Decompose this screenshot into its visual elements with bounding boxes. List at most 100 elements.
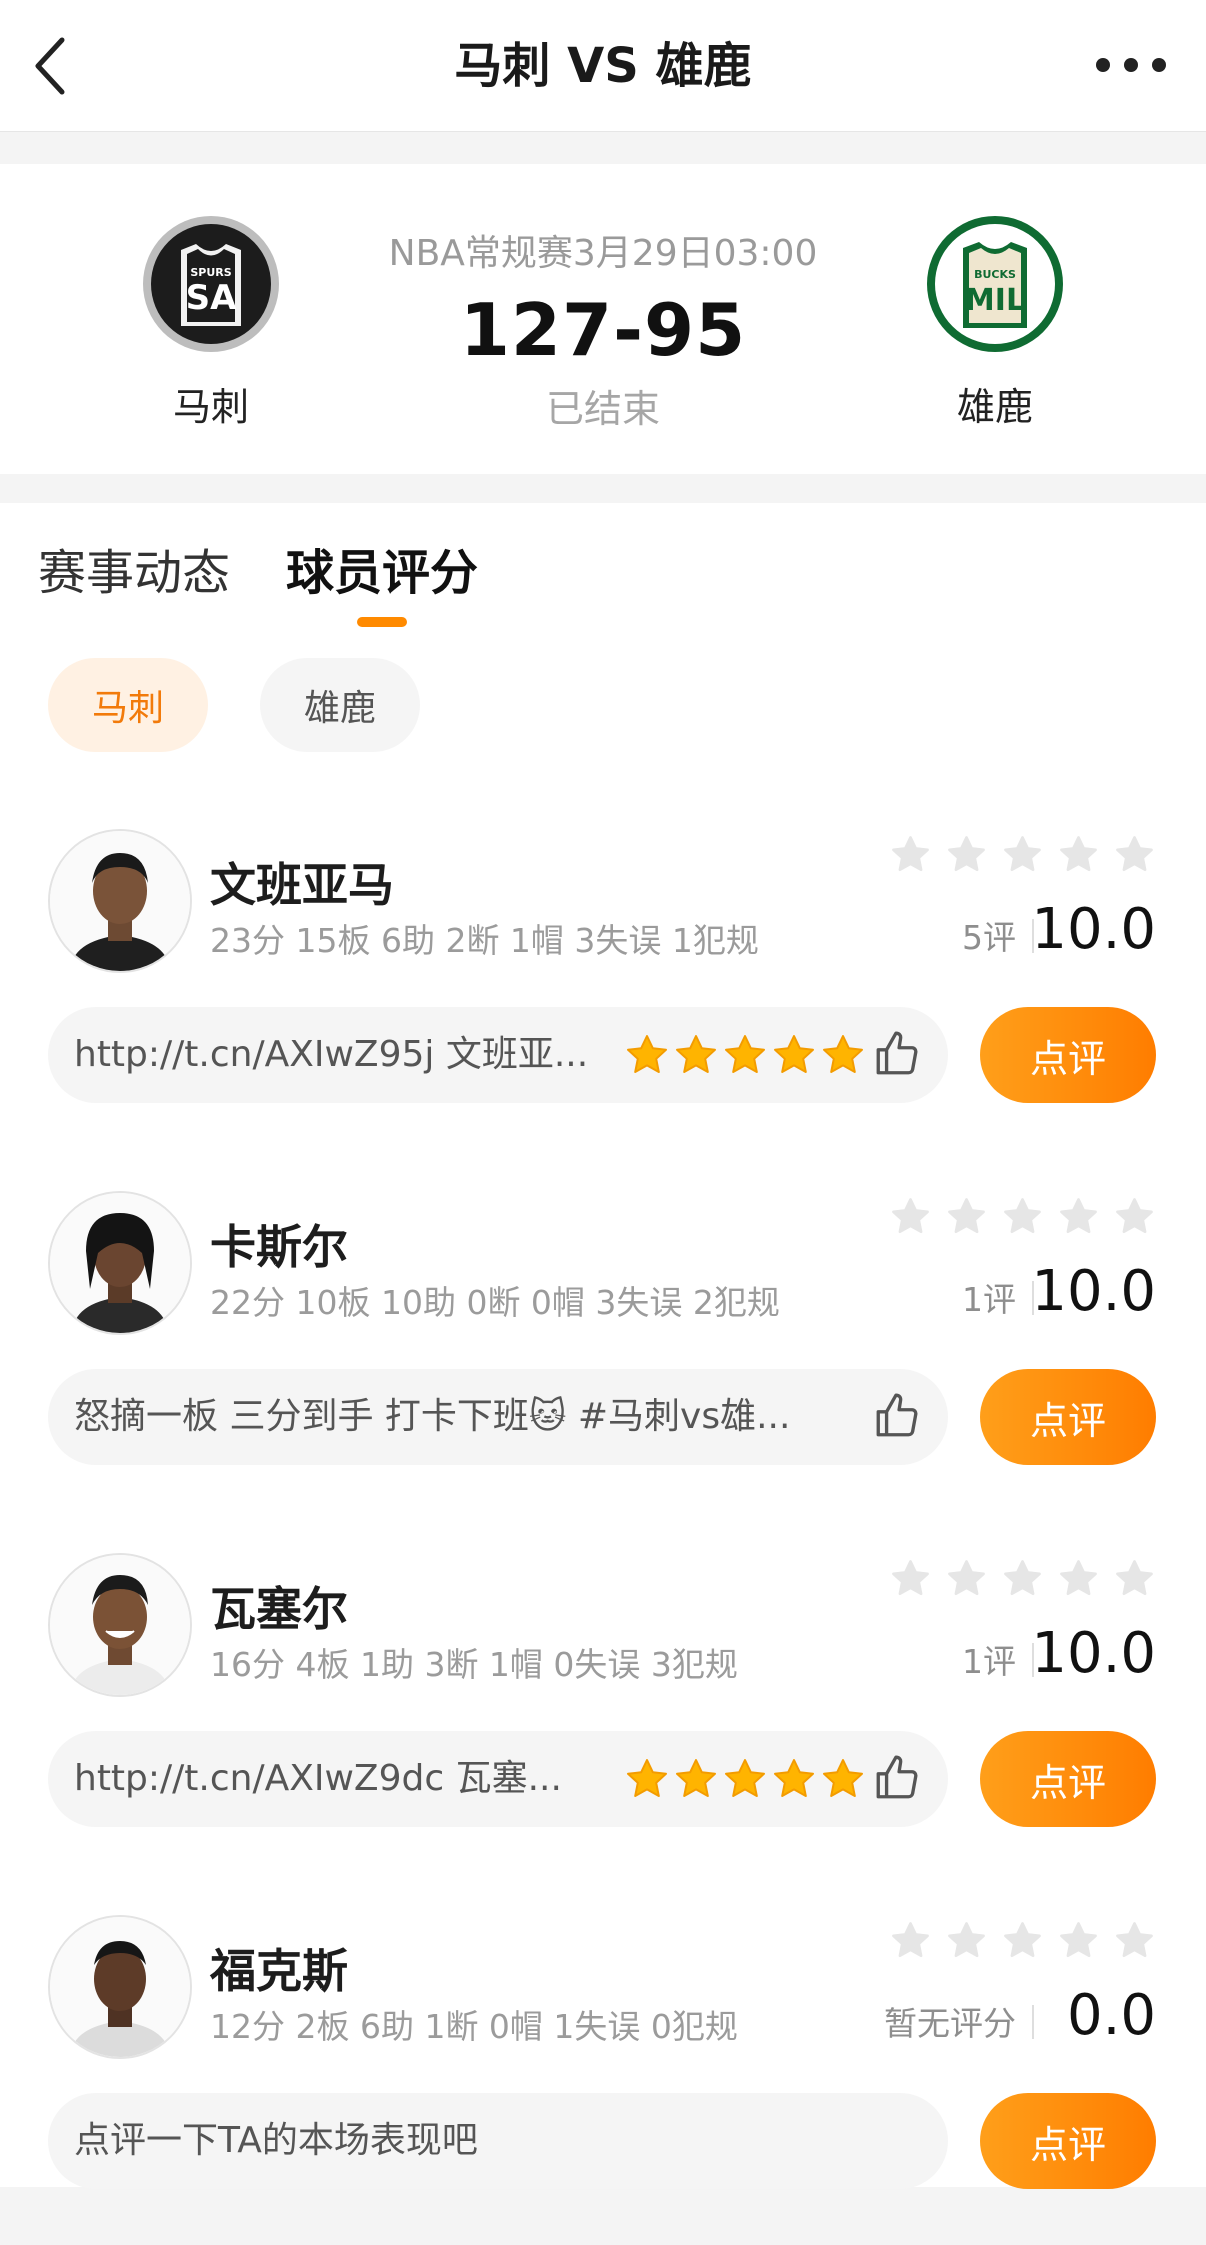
star-filled-icon [676,1035,716,1073]
bucks-logo-icon: BUCKS MIL [927,216,1063,352]
spurs-logo-icon: SPURS SA [143,216,279,352]
star-empty-icon [892,1922,929,1958]
rating-count: 5评 [962,918,1016,957]
tab-label: 球员评分 [286,545,479,601]
player-portrait-icon [50,1917,190,2057]
comment-stars [623,1755,867,1803]
player-avatar[interactable] [48,829,192,973]
star-empty-icon [1060,1560,1097,1596]
player-rating-row: 瓦塞尔 16分 4板 1助 3断 1帽 0失误 3犯规 1评 10.0 http… [0,1553,1206,1883]
rating-score: 10.0 [1031,897,1156,962]
more-dot-icon [1124,58,1138,72]
review-button[interactable]: 点评 [980,2093,1156,2189]
match-status: 已结束 [545,387,660,431]
review-button[interactable]: 点评 [980,1007,1156,1103]
page-title: 马刺 VS 雄鹿 [454,38,752,94]
player-portrait-icon [50,1555,190,1695]
thumbs-up-icon[interactable] [872,1753,922,1803]
svg-text:BUCKS: BUCKS [974,268,1016,281]
star-filled-icon [627,1759,667,1797]
star-empty-icon [1004,1922,1041,1958]
star-filled-icon [676,1759,716,1797]
filter-chip-spurs[interactable]: 马刺 [48,658,208,752]
player-portrait-icon [50,831,190,971]
away-team[interactable]: BUCKS MIL 雄鹿 [915,214,1075,431]
player-name: 瓦塞尔 [210,1582,348,1636]
svg-text:MIL: MIL [965,283,1025,318]
star-filled-icon [627,1035,667,1073]
player-name: 文班亚马 [210,858,394,912]
more-options-button[interactable] [1096,40,1166,90]
star-empty-icon [948,836,985,872]
divider [1032,2005,1034,2039]
rating-count: 1评 [962,1642,1016,1681]
player-stats: 23分 15板 6助 2断 1帽 3失误 1犯规 [210,921,759,960]
rating-count: 1评 [962,1280,1016,1319]
player-portrait-icon [50,1193,190,1333]
star-empty-icon [1060,836,1097,872]
star-empty-icon [1004,1560,1041,1596]
player-stats: 22分 10板 10助 0断 0帽 3失误 2犯规 [210,1283,780,1322]
star-empty-icon [1060,1922,1097,1958]
rating-count: 暂无评分 [884,2004,1016,2043]
comment-input[interactable]: 点评一下TA的本场表现吧 [48,2093,948,2189]
rating-stars[interactable] [889,833,1156,876]
active-tab-indicator [357,617,408,627]
top-nav-bar: 马刺 VS 雄鹿 [0,0,1206,132]
match-summary-card: SPURS SA 马刺 NBA常规赛3月29日03:00 127-95 已结束 … [0,164,1206,474]
top-comment[interactable]: 怒摘一板 三分到手 打卡下班🐱 #马刺vs雄... [48,1369,948,1465]
player-name: 福克斯 [210,1944,348,1998]
thumbs-up-icon[interactable] [872,1029,922,1079]
star-empty-icon [1004,1198,1041,1234]
star-filled-icon [725,1035,765,1073]
star-empty-icon [948,1922,985,1958]
star-filled-icon [725,1759,765,1797]
thumbs-up-icon[interactable] [872,1391,922,1441]
player-stats: 16分 4板 1助 3断 1帽 0失误 3犯规 [210,1645,738,1684]
top-comment[interactable]: http://t.cn/AXIwZ9dc 瓦塞... [48,1731,948,1827]
content-panel: 赛事动态 球员评分 马刺 雄鹿 文班亚马 23分 15板 6助 2断 1帽 3失… [0,503,1206,2189]
match-score: 127-95 [459,288,747,372]
star-empty-icon [892,836,929,872]
rating-score: 10.0 [1031,1621,1156,1686]
player-avatar[interactable] [48,1553,192,1697]
player-name: 卡斯尔 [210,1220,348,1274]
star-filled-icon [774,1035,814,1073]
star-empty-icon [1060,1198,1097,1234]
player-avatar[interactable] [48,1191,192,1335]
star-empty-icon [948,1560,985,1596]
match-meta: NBA常规赛3月29日03:00 127-95 已结束 [340,224,866,433]
comment-placeholder: 点评一下TA的本场表现吧 [74,2120,478,2161]
comment-text: http://t.cn/AXIwZ9dc 瓦塞... [74,1758,562,1799]
player-rating-row: 福克斯 12分 2板 6助 1断 0帽 1失误 0犯规 暂无评分 0.0 点评一… [0,1915,1206,2245]
rating-score: 10.0 [1031,1259,1156,1324]
player-stats: 12分 2板 6助 1断 0帽 1失误 0犯规 [210,2007,738,2046]
star-empty-icon [892,1560,929,1596]
star-empty-icon [1116,1198,1153,1234]
away-team-name: 雄鹿 [956,385,1033,429]
star-empty-icon [1116,1922,1153,1958]
review-button[interactable]: 点评 [980,1731,1156,1827]
star-filled-icon [774,1759,814,1797]
svg-text:SA: SA [186,278,237,318]
rating-stars[interactable] [889,1557,1156,1600]
comment-text: http://t.cn/AXIwZ95j 文班亚... [74,1034,589,1075]
home-team[interactable]: SPURS SA 马刺 [131,214,291,431]
rating-stars[interactable] [889,1195,1156,1238]
tab-player-ratings[interactable]: 球员评分 [286,533,478,627]
match-league-time: NBA常规赛3月29日03:00 [388,233,818,274]
player-rating-row: 卡斯尔 22分 10板 10助 0断 0帽 3失误 2犯规 1评 10.0 怒摘… [0,1191,1206,1521]
comment-text: 怒摘一板 三分到手 打卡下班🐱 #马刺vs雄... [74,1396,791,1437]
tab-match-updates[interactable]: 赛事动态 [38,533,230,627]
comment-stars [623,1031,867,1079]
rating-stars[interactable] [889,1919,1156,1962]
player-avatar[interactable] [48,1915,192,2059]
filter-chip-bucks[interactable]: 雄鹿 [260,658,420,752]
more-dot-icon [1152,58,1166,72]
top-comment[interactable]: http://t.cn/AXIwZ95j 文班亚... [48,1007,948,1103]
tab-bar: 赛事动态 球员评分 [38,533,478,627]
team-filter: 马刺 雄鹿 [48,658,420,752]
home-team-name: 马刺 [172,385,249,429]
review-button[interactable]: 点评 [980,1369,1156,1465]
star-filled-icon [823,1035,863,1073]
